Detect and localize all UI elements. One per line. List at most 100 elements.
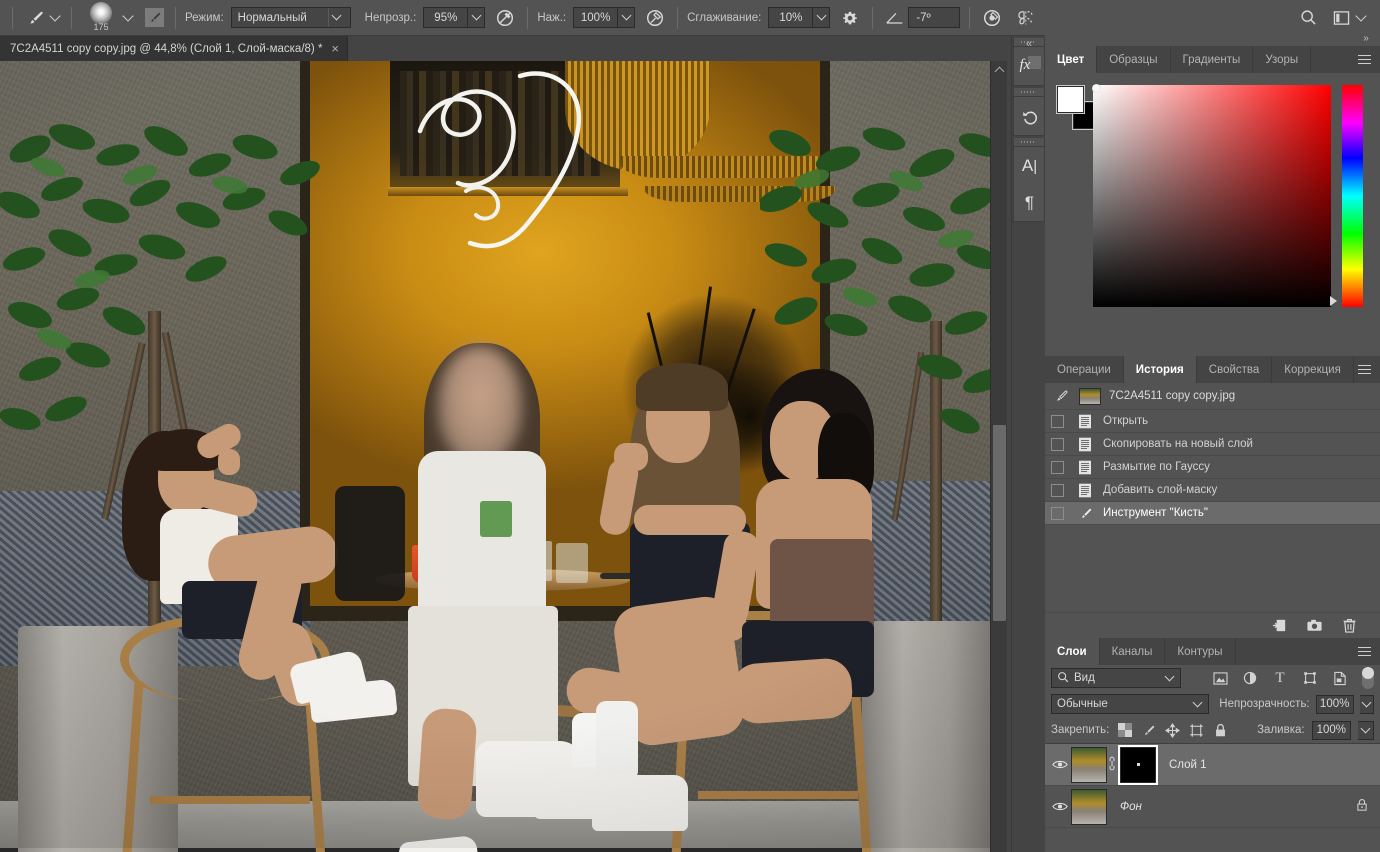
- gear-icon[interactable]: [837, 5, 863, 31]
- blend-mode-select[interactable]: Нормальный: [230, 7, 351, 28]
- history-source-checkbox[interactable]: [1051, 483, 1064, 497]
- tab-paths[interactable]: Контуры: [1165, 638, 1236, 665]
- smoothing-stepper-chevron-icon[interactable]: [813, 7, 831, 28]
- trash-icon[interactable]: [1340, 617, 1358, 635]
- history-source-checkbox[interactable]: [1051, 414, 1064, 428]
- history-state-row[interactable]: Добавить слой-маску: [1045, 479, 1380, 502]
- layer-thumbnail[interactable]: [1071, 746, 1107, 783]
- foreground-color-swatch[interactable]: [1057, 86, 1084, 113]
- layer-filter-select[interactable]: Вид: [1051, 668, 1181, 688]
- smoothing-input[interactable]: 10%: [768, 7, 814, 28]
- workspace-chevron-down-icon[interactable]: [1354, 7, 1368, 29]
- tab-gradients[interactable]: Градиенты: [1171, 46, 1254, 73]
- layer-mask-thumbnail[interactable]: [1120, 746, 1156, 783]
- pressure-opacity-icon[interactable]: [492, 5, 518, 31]
- history-snapshot-row[interactable]: 7C2A4511 copy copy.jpg: [1045, 383, 1380, 410]
- brush-settings-panel-button[interactable]: [142, 7, 166, 29]
- character-icon[interactable]: A |: [1014, 147, 1046, 185]
- lock-transparent-pixels-icon[interactable]: [1116, 721, 1133, 739]
- filter-pixel-icon[interactable]: [1208, 668, 1232, 688]
- history-brush-icon[interactable]: [1051, 388, 1071, 404]
- camera-icon[interactable]: [1305, 617, 1323, 635]
- image-canvas[interactable]: 32: [0, 61, 990, 852]
- color-picker-cursor-icon: [1092, 84, 1101, 93]
- brush-size-chevron-icon[interactable]: [121, 7, 135, 29]
- layer-row-selected[interactable]: Слой 1: [1045, 744, 1380, 786]
- panel-grip[interactable]: [1013, 88, 1044, 97]
- tab-actions[interactable]: Операции: [1045, 356, 1124, 383]
- canvas-vertical-scrollbar[interactable]: [990, 61, 1007, 852]
- panel-menu-icon[interactable]: [1354, 356, 1374, 383]
- filter-shape-icon[interactable]: [1298, 668, 1322, 688]
- flow-input[interactable]: 100%: [573, 7, 619, 28]
- layer-opacity-stepper-icon[interactable]: [1359, 694, 1374, 714]
- link-icon[interactable]: [1107, 756, 1120, 774]
- hue-slider[interactable]: [1342, 85, 1363, 307]
- history-source-checkbox[interactable]: [1051, 437, 1064, 451]
- eye-icon[interactable]: [1049, 801, 1071, 812]
- opacity-input[interactable]: 95%: [423, 7, 469, 28]
- layer-list: Слой 1 Фон: [1045, 743, 1380, 828]
- history-source-checkbox[interactable]: [1051, 460, 1064, 474]
- tab-adjustments[interactable]: Коррекция: [1272, 356, 1354, 383]
- filter-type-icon[interactable]: T: [1268, 668, 1292, 688]
- airbrush-icon[interactable]: [642, 5, 668, 31]
- lock-position-icon[interactable]: [1164, 721, 1181, 739]
- close-icon[interactable]: ×: [331, 42, 339, 55]
- layer-thumbnail[interactable]: [1071, 788, 1107, 825]
- panel-menu-icon[interactable]: [1354, 638, 1374, 665]
- tab-channels[interactable]: Каналы: [1100, 638, 1166, 665]
- tab-properties[interactable]: Свойства: [1197, 356, 1273, 383]
- layer-fill-stepper-icon[interactable]: [1358, 720, 1374, 740]
- pressure-size-icon[interactable]: [979, 5, 1005, 31]
- lock-label: Закрепить:: [1051, 724, 1110, 736]
- history-state-row[interactable]: Размытие по Гауссу: [1045, 456, 1380, 479]
- color-spectrum-field[interactable]: [1093, 85, 1331, 307]
- tab-history[interactable]: История: [1123, 356, 1197, 383]
- eye-icon[interactable]: [1049, 759, 1071, 770]
- lock-artboard-nesting-icon[interactable]: [1188, 721, 1205, 739]
- tab-layers[interactable]: Слои: [1045, 638, 1100, 665]
- history-state-row[interactable]: Открыть: [1045, 410, 1380, 433]
- options-divider: [527, 6, 529, 29]
- canvas-area[interactable]: 32: [0, 61, 990, 852]
- lock-all-icon[interactable]: [1212, 721, 1229, 739]
- history-state-row[interactable]: Скопировать на новый слой: [1045, 433, 1380, 456]
- panel-grip[interactable]: [1013, 138, 1044, 147]
- new-document-icon[interactable]: [1270, 617, 1288, 635]
- filter-smartobject-icon[interactable]: [1328, 668, 1352, 688]
- styles-fx-icon[interactable]: fx: [1014, 47, 1046, 85]
- filter-adjustment-icon[interactable]: [1238, 668, 1262, 688]
- layer-row[interactable]: Фон: [1045, 786, 1380, 828]
- workspace-icon[interactable]: [1328, 5, 1354, 31]
- history-state-row-selected[interactable]: Инструмент "Кисть": [1045, 502, 1380, 525]
- layer-name[interactable]: Слой 1: [1169, 759, 1207, 771]
- brush-preset-chevron-icon[interactable]: [48, 7, 62, 29]
- layer-fill-input[interactable]: 100%: [1311, 720, 1351, 740]
- flow-stepper-chevron-icon[interactable]: [618, 7, 636, 28]
- tab-patterns[interactable]: Узоры: [1253, 46, 1312, 73]
- layer-opacity-input[interactable]: 100%: [1315, 694, 1354, 714]
- layer-blend-mode-select[interactable]: Обычные: [1051, 694, 1210, 714]
- tab-color[interactable]: Цвет: [1045, 46, 1098, 73]
- chevron-up-icon[interactable]: [991, 61, 1008, 77]
- filter-enable-toggle[interactable]: [1362, 667, 1374, 689]
- double-chevron-left-icon[interactable]: «: [1012, 36, 1046, 52]
- search-icon[interactable]: [1295, 5, 1321, 31]
- history-source-checkbox[interactable]: [1051, 506, 1064, 520]
- panel-menu-icon[interactable]: [1354, 46, 1374, 73]
- scrollbar-thumb[interactable]: [993, 425, 1006, 621]
- brush-preset-picker[interactable]: 175: [81, 1, 121, 35]
- options-divider: [969, 6, 971, 29]
- document-tab[interactable]: 7C2A4511 copy copy.jpg @ 44,8% (Слой 1, …: [0, 36, 349, 61]
- layer-name[interactable]: Фон: [1120, 801, 1142, 813]
- brush-icon[interactable]: [22, 5, 48, 31]
- double-chevron-right-icon[interactable]: »: [1356, 30, 1376, 46]
- brush-angle-input[interactable]: -7º: [908, 7, 961, 28]
- symmetry-butterfly-icon[interactable]: [1012, 5, 1038, 31]
- tab-swatches[interactable]: Образцы: [1097, 46, 1171, 73]
- lock-image-pixels-icon[interactable]: [1140, 721, 1157, 739]
- opacity-stepper-chevron-icon[interactable]: [468, 7, 486, 28]
- paragraph-icon[interactable]: ¶: [1014, 185, 1046, 221]
- history-undo-icon[interactable]: [1014, 97, 1046, 135]
